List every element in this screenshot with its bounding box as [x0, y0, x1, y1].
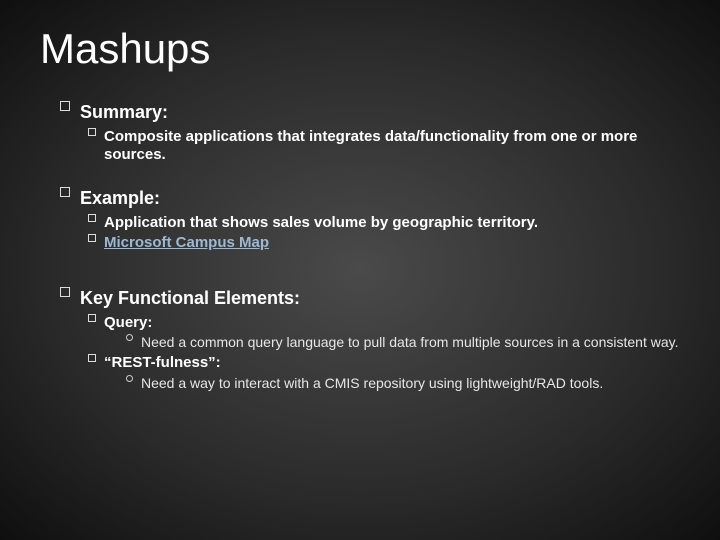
circle-bullet-icon	[126, 375, 133, 382]
example-item: Application that shows sales volume by g…	[88, 214, 680, 233]
slide: Mashups Summary: Composite applications …	[0, 0, 720, 414]
square-bullet-icon	[88, 214, 96, 222]
square-bullet-icon	[60, 187, 70, 197]
summary-item: Composite applications that integrates d…	[88, 128, 680, 166]
square-bullet-icon	[60, 287, 70, 297]
body-text: Need a way to interact with a CMIS repos…	[141, 375, 680, 393]
body-text: “REST-fulness”:	[104, 354, 680, 373]
section-summary: Summary:	[60, 101, 680, 124]
section-heading: Summary:	[80, 101, 680, 124]
rest-detail: Need a way to interact with a CMIS repos…	[126, 375, 680, 393]
square-bullet-icon	[88, 234, 96, 242]
slide-title: Mashups	[40, 25, 680, 73]
body-text: Query:	[104, 314, 680, 333]
section-heading: Example:	[80, 187, 680, 210]
body-text: Need a common query language to pull dat…	[141, 334, 680, 352]
key-item-rest: “REST-fulness”:	[88, 354, 680, 373]
campus-map-link[interactable]: Microsoft Campus Map	[104, 234, 269, 251]
square-bullet-icon	[60, 101, 70, 111]
circle-bullet-icon	[126, 334, 133, 341]
example-item-link: Microsoft Campus Map	[88, 234, 680, 253]
body-text: Composite applications that integrates d…	[104, 128, 680, 166]
section-key-elements: Key Functional Elements:	[60, 287, 680, 310]
key-item-query: Query:	[88, 314, 680, 333]
square-bullet-icon	[88, 354, 96, 362]
square-bullet-icon	[88, 314, 96, 322]
square-bullet-icon	[88, 128, 96, 136]
section-example: Example:	[60, 187, 680, 210]
query-detail: Need a common query language to pull dat…	[126, 334, 680, 352]
section-heading: Key Functional Elements:	[80, 287, 680, 310]
body-text: Application that shows sales volume by g…	[104, 214, 680, 233]
